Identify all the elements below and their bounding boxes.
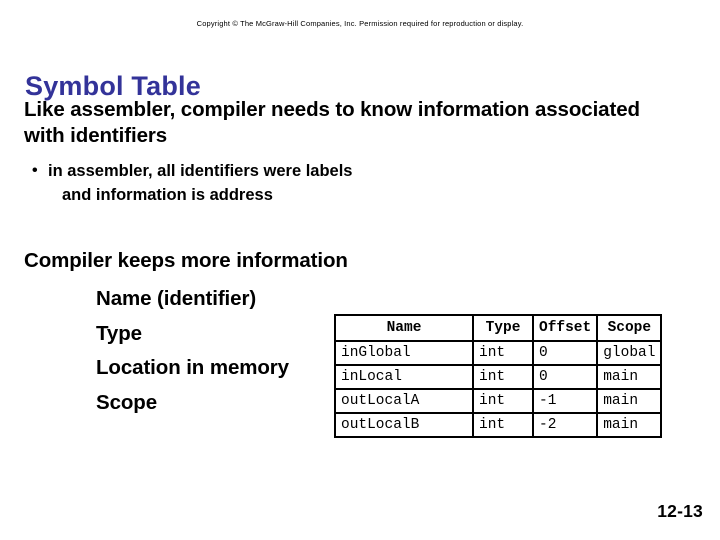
bullet-item-text: in assembler, all identifiers were label…	[48, 159, 502, 207]
page-number: 12-13	[657, 501, 703, 521]
cell-offset: -2	[531, 412, 599, 438]
list-item: Type	[96, 321, 142, 345]
list-item: Name (identifier)	[96, 287, 257, 310]
cell-offset: 0	[531, 364, 599, 390]
table-header-row: Name Type Offset Scope	[334, 314, 663, 342]
slide-canvas: Copyright © The McGraw-Hill Companies, I…	[0, 0, 720, 540]
cell-scope: global	[596, 340, 663, 366]
table-row: outLocalB int -2 main	[334, 412, 663, 438]
cell-type: int	[472, 412, 534, 438]
copyright-notice: Copyright © The McGraw-Hill Companies, I…	[196, 19, 524, 28]
compiler-info-list: Name (identifier) Type Location in memor…	[96, 282, 348, 420]
list-item: Location in memory	[96, 356, 289, 379]
column-header-name: Name	[334, 314, 474, 342]
cell-type: int	[472, 364, 534, 390]
cell-offset: -1	[531, 388, 599, 414]
cell-name: inGlobal	[334, 340, 474, 366]
cell-name: inLocal	[334, 364, 474, 390]
bullet-list: • in assembler, all identifiers were lab…	[32, 159, 502, 207]
lead-paragraph: Like assembler, compiler needs to know i…	[24, 98, 640, 147]
bullet-line-2: and information is address	[62, 186, 273, 204]
cell-scope: main	[596, 412, 663, 438]
table-row: outLocalA int -1 main	[334, 388, 663, 414]
cell-name: outLocalB	[334, 412, 474, 438]
cell-name: outLocalA	[334, 388, 474, 414]
list-item: • in assembler, all identifiers were lab…	[32, 159, 502, 207]
section-compiler-info: Compiler keeps more information Name (id…	[24, 248, 348, 420]
cell-type: int	[472, 340, 534, 366]
bullet-dot-icon: •	[32, 162, 38, 179]
cell-scope: main	[596, 364, 663, 390]
bullet-line-1: in assembler, all identifiers were label…	[48, 162, 353, 180]
cell-type: int	[472, 388, 534, 414]
column-header-type: Type	[472, 314, 534, 342]
symbol-table: Name Type Offset Scope inGlobal int 0 gl…	[334, 314, 663, 438]
symbol-table-container: Name Type Offset Scope inGlobal int 0 gl…	[334, 314, 663, 438]
section-heading: Compiler keeps more information	[24, 249, 348, 272]
cell-offset: 0	[531, 340, 599, 366]
cell-scope: main	[596, 388, 663, 414]
list-item: Scope	[96, 390, 158, 414]
table-row: inGlobal int 0 global	[334, 340, 663, 366]
table-row: inLocal int 0 main	[334, 364, 663, 390]
column-header-scope: Scope	[596, 314, 663, 342]
column-header-offset: Offset	[531, 314, 599, 342]
